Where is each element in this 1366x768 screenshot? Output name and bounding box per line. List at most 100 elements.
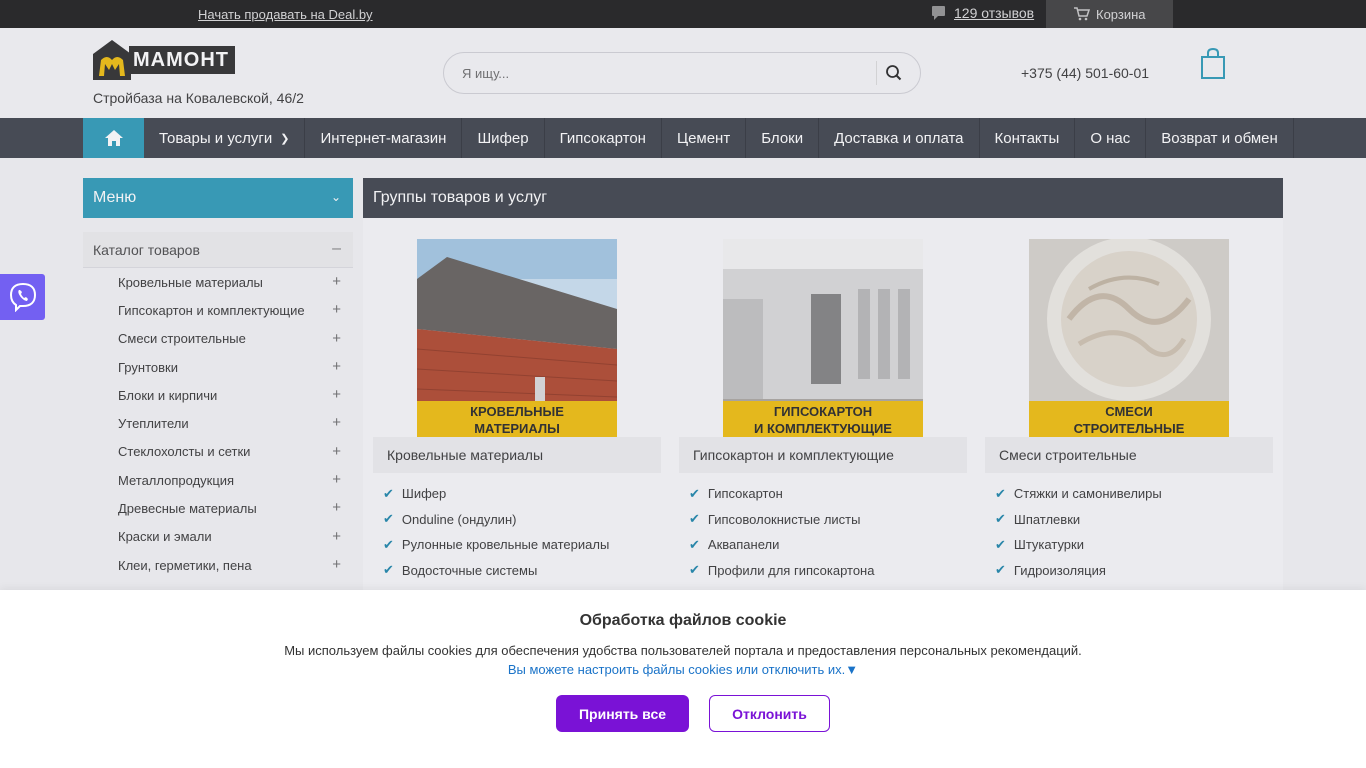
catalog-item-label: Древесные материалы [118,501,257,517]
list-item-label: Штукатурки [1013,537,1084,553]
catalog-item[interactable]: Металлопродукция + [83,466,353,494]
mixes-image-caption: СМЕСИ СТРОИТЕЛЬНЫЕ [1029,401,1229,437]
viber-button[interactable] [0,274,45,320]
top-bar: Начать продавать на Deal.by 129 отзывов … [0,0,1366,28]
phone-number[interactable]: +375 (44) 501-60-01 [1021,65,1149,81]
category-card-drywall[interactable]: ГИПСОКАРТОН И КОМПЛЕКТУЮЩИЕ Гипсокартон и… [679,239,967,583]
list-item[interactable]: ✔ Гипсокартон [689,481,967,507]
home-button[interactable] [83,118,144,158]
catalog-item[interactable]: Грунтовки + [83,353,353,381]
decline-button[interactable]: Отклонить [709,695,830,732]
cookie-title: Обработка файлов cookie [579,612,787,629]
chevron-down-icon: ⌄ [330,190,341,204]
accept-all-button[interactable]: Принять все [556,695,689,732]
expand-icon[interactable]: + [332,556,341,573]
drywall-image[interactable]: ГИПСОКАРТОН И КОМПЛЕКТУЮЩИЕ [723,239,923,437]
expand-icon[interactable]: + [332,443,341,460]
catalog-item[interactable]: Утеплители + [83,409,353,437]
check-icon: ✔ [689,511,700,527]
mammoth-logo-icon [93,40,131,80]
expand-icon[interactable]: + [332,273,341,290]
list-item[interactable]: ✔ Стяжки и самонивелиры [995,481,1273,507]
cart-icon [1074,7,1090,21]
catalog-item[interactable]: Кровельные материалы + [83,268,353,296]
category-title[interactable]: Кровельные материалы [373,437,661,473]
nav-item-online-store[interactable]: Интернет-магазин [305,118,463,158]
category-title[interactable]: Смеси строительные [985,437,1273,473]
cart-label: Корзина [1096,6,1146,22]
nav-item-contacts[interactable]: Контакты [980,118,1076,158]
search-divider [876,61,877,85]
nav-item-blocks[interactable]: Блоки [746,118,820,158]
mixes-image[interactable]: СМЕСИ СТРОИТЕЛЬНЫЕ [1029,239,1229,437]
drywall-image-caption: ГИПСОКАРТОН И КОМПЛЕКТУЮЩИЕ [723,401,923,437]
search-box [443,52,921,94]
list-item[interactable]: ✔ Рулонные кровельные материалы [383,532,661,558]
caption-line: СМЕСИ [1105,404,1153,419]
nav-item-returns[interactable]: Возврат и обмен [1146,118,1294,158]
nav-item-drywall[interactable]: Гипсокартон [545,118,662,158]
expand-icon[interactable]: + [332,414,341,431]
expand-icon[interactable]: + [332,528,341,545]
list-item[interactable]: ✔ Гидроизоляция [995,558,1273,584]
list-item-label: Гипсоволокнистые листы [707,511,861,527]
expand-icon[interactable]: + [332,386,341,403]
cookie-settings-link[interactable]: Вы можете настроить файлы cookies или от… [0,662,1366,677]
search-icon[interactable] [884,63,904,83]
cart-button[interactable]: Корзина [1046,0,1173,28]
list-item[interactable]: ✔ Шифер [383,481,661,507]
reviews-link[interactable]: 129 отзывов [932,5,1034,21]
list-item-label: Аквапанели [707,537,780,553]
nav-item-about[interactable]: О нас [1075,118,1147,158]
category-title[interactable]: Гипсокартон и комплектующие [679,437,967,473]
nav-label: Товары и услуги [159,129,273,147]
catalog-item-label: Гипсокартон и комплектующие [118,302,305,318]
cookie-banner: Обработка файлов cookie Мы используем фа… [0,590,1366,768]
shopping-bag-icon[interactable] [1200,48,1226,80]
roofing-image[interactable]: КРОВЕЛЬНЫЕ МАТЕРИАЛЫ [417,239,617,437]
list-item[interactable]: ✔ Профили для гипсокартона [689,558,967,584]
catalog-item-label: Блоки и кирпичи [118,387,218,403]
catalog-item[interactable]: Смеси строительные + [83,325,353,353]
catalog-item[interactable]: Гипсокартон и комплектующие + [83,296,353,324]
reviews-count: 129 отзывов [954,5,1035,21]
check-icon: ✔ [383,511,394,527]
check-icon: ✔ [995,511,1006,527]
list-item[interactable]: ✔ Onduline (ондулин) [383,507,661,533]
nav-item-products-services[interactable]: Товары и услуги ❯ [144,118,306,158]
expand-icon[interactable]: + [332,358,341,375]
menu-toggle[interactable]: Меню ⌄ [83,178,353,218]
list-item-label: Гипсокартон [707,486,783,502]
list-item[interactable]: ✔ Штукатурки [995,532,1273,558]
expand-icon[interactable]: + [332,499,341,516]
nav-item-cement[interactable]: Цемент [662,118,747,158]
nav-item-slate[interactable]: Шифер [462,118,545,158]
catalog-item[interactable]: Древесные материалы + [83,494,353,522]
list-item-label: Стяжки и самонивелиры [1013,486,1162,502]
expand-icon[interactable]: + [332,471,341,488]
catalog-item[interactable]: Блоки и кирпичи + [83,381,353,409]
category-card-roofing[interactable]: КРОВЕЛЬНЫЕ МАТЕРИАЛЫ Кровельные материалы… [373,239,661,583]
catalog-item-label: Грунтовки [118,359,178,375]
nav-item-delivery[interactable]: Доставка и оплата [819,118,980,158]
catalog-item[interactable]: Краски и эмали + [83,523,353,551]
list-item[interactable]: ✔ Шпатлевки [995,507,1273,533]
site-header: МАМОНТ Стройбаза на Ковалевской, 46/2 +3… [0,28,1366,118]
list-item[interactable]: ✔ Гипсоволокнистые листы [689,507,967,533]
check-icon: ✔ [689,536,700,552]
catalog-header[interactable]: Каталог товаров – [83,232,353,268]
expand-icon[interactable]: + [332,330,341,347]
catalog-item[interactable]: Клеи, герметики, пена + [83,551,353,579]
expand-icon[interactable]: + [332,301,341,318]
list-item[interactable]: ✔ Водосточные системы [383,558,661,584]
collapse-icon[interactable]: – [332,240,341,258]
logo[interactable]: МАМОНТ [93,40,243,80]
logo-wordmark: МАМОНТ [129,46,235,74]
nav-label: О нас [1090,129,1131,147]
start-selling-link[interactable]: Начать продавать на Deal.by [198,7,373,22]
category-card-mixes[interactable]: СМЕСИ СТРОИТЕЛЬНЫЕ Смеси строительные ✔ Ст… [985,239,1273,583]
nav-label: Гипсокартон [559,129,646,147]
list-item[interactable]: ✔ Аквапанели [689,532,967,558]
search-input[interactable] [444,53,864,93]
catalog-item[interactable]: Стеклохолсты и сетки + [83,438,353,466]
